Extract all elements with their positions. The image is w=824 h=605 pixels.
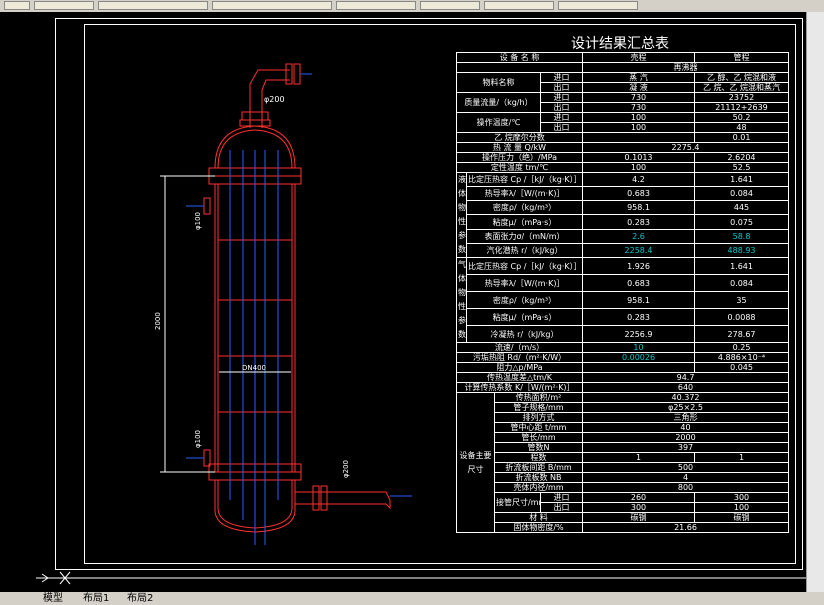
dim-nozzle-left-bottom: φ100 (194, 430, 202, 448)
table-row: 热导率λ/［W/(m·K)］ 0.683 0.084 (457, 186, 790, 202)
table-row: 程数 1 1 (457, 452, 790, 463)
table-row: 污垢热阻 Rd/（m²·K/W） 0.00026 4.886×10⁻⁴ (455, 352, 790, 363)
table-row: 粘度μ/（mPa·s） 0.283 0.075 (457, 214, 790, 230)
dim-dn: DN400 (242, 364, 266, 372)
table-row: 固体物密度/% 21.66 (457, 522, 790, 533)
table-row: 操作压力（绝）/MPa 0.1013 2.6204 (455, 152, 790, 163)
table-row: 计算传热系数 K/［W/(m²·K)］ 640 (455, 382, 790, 393)
layout-tabs: 模型 布局1 布局2 (0, 592, 824, 605)
tab-model[interactable]: 模型 (40, 592, 66, 605)
table-row: 粘度μ/（mPa·s） 0.283 0.0088 (457, 308, 790, 326)
table-title: 设计结果汇总表 (571, 36, 669, 52)
table-row: 传热温度差△tm/K 94.7 (455, 372, 790, 383)
table-row: 折流板间距 B/mm 500 (457, 462, 790, 473)
table-row: 操作温度/℃ 进口 100 50.2 (456, 112, 790, 133)
table-row: 材 料碳钢 碳钢 (457, 512, 790, 523)
table-row: 汽化潜热 r/（kJ/kg） 2258.4 488.93 (457, 242, 790, 259)
side-label-equipment: 设备主要尺寸 (456, 392, 495, 533)
table-row: 管数N 397 (457, 442, 790, 453)
result-summary-table: 设 备 名 称壳程 管程 再沸器 物料名称 进口蒸 汽乙 醇、乙 烷混和液 出口凝 … (455, 52, 790, 533)
table-row: 折流板数 NB 4 (457, 472, 790, 483)
tab-layout1[interactable]: 布局1 (80, 592, 112, 605)
table-row: 管中心距 t/mm 40 (457, 422, 790, 433)
tab-layout2[interactable]: 布局2 (124, 592, 156, 605)
table-row: 设 备 名 称壳程 管程 (455, 52, 790, 63)
side-label-liquid: 液体物性参数 (456, 172, 467, 258)
table-row: 接管尺寸/mm进口260300 (457, 492, 790, 513)
table-row: 密度ρ/（kg/m³） 958.1 445 (457, 200, 790, 216)
table-row: 液体物性参数 比定压热容 Cp /［kJ/（kg·K）］ 4.2 1.641 (456, 171, 790, 258)
table-row: 流速/（m/s） 10 0.25 (455, 342, 790, 353)
table-row: 乙 烷摩尔分数 0.01 (455, 132, 790, 143)
table-row: 表面张力σ/（mN/m） 2.6 58.8 (457, 228, 790, 244)
table-row: 物料名称 进口蒸 汽乙 醇、乙 烷混和液 (456, 72, 790, 93)
side-label-gas: 气体物性参数 (456, 257, 467, 343)
table-row: 再沸器 (455, 62, 790, 73)
table-row: 冷凝热 r/（kJ/kg） 2256.9 278.67 (457, 325, 790, 343)
table-row: 管长/mm 2000 (457, 432, 790, 443)
table-row: 排列方式 三角形 (457, 412, 790, 423)
table-row: 热 流 量 Q/kW 2275.4 (455, 142, 790, 153)
dim-height: 2000 (154, 312, 162, 330)
table-row: 质量流量/（kg/h） 进口 730 23752 (456, 92, 790, 113)
table-row: 阻力△p/MPa 0.045 (455, 362, 790, 373)
table-row: 壳体内径/mm 800 (457, 482, 790, 493)
table-row: 管子规格/mm φ25×2.5 (457, 402, 790, 413)
table-row: 设备主要尺寸 传热面积/m² 40.372 (456, 392, 790, 533)
table-row: 热导率λ/［W/(m·K)］ 0.683 0.084 (457, 274, 790, 292)
dim-nozzle-left-top: φ100 (194, 212, 202, 230)
table-row: 气体物性参数 比定压热容 Cp /［kJ/（kg·K）］ 1.926 1.641 (456, 257, 790, 343)
table-row: 密度ρ/（kg/m³） 958.1 35 (457, 291, 790, 309)
dim-pipe-top: φ200 (264, 95, 285, 104)
dim-nozzle-right: φ200 (342, 460, 350, 478)
table-row: 定性温度 tm/℃ 100 52.5 (455, 162, 790, 173)
